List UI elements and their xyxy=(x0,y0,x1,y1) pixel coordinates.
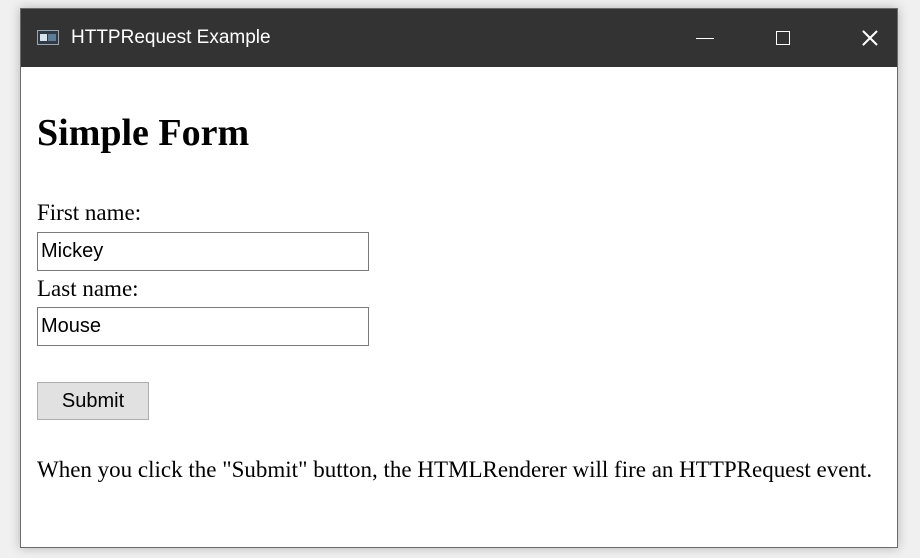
last-name-input[interactable] xyxy=(37,307,369,346)
window-titlebar[interactable]: HTTPRequest Example xyxy=(21,9,897,67)
minimize-icon xyxy=(696,37,714,39)
minimize-button[interactable] xyxy=(676,9,734,67)
application-window: HTTPRequest Example Simple Form First na… xyxy=(20,8,898,548)
close-icon xyxy=(860,28,880,48)
app-window-icon xyxy=(37,30,59,45)
close-button[interactable] xyxy=(841,9,899,67)
first-name-input[interactable] xyxy=(37,232,369,271)
submit-button[interactable]: Submit xyxy=(37,382,149,420)
description-text: When you click the "Submit" button, the … xyxy=(37,457,873,482)
window-title: HTTPRequest Example xyxy=(71,27,271,48)
first-name-label: First name: xyxy=(37,200,142,225)
last-name-label: Last name: xyxy=(37,276,139,301)
form-heading: Simple Form xyxy=(37,112,250,154)
maximize-icon xyxy=(776,31,790,45)
maximize-button[interactable] xyxy=(754,9,812,67)
